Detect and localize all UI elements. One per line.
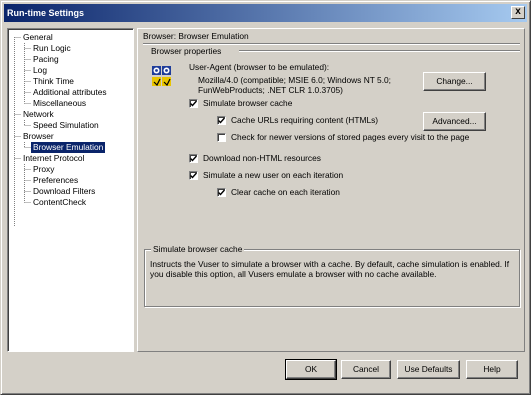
- description-groupbox: Simulate browser cache Instructs the Vus…: [144, 244, 520, 307]
- checkmark-icon: [218, 117, 225, 124]
- section-divider: [239, 50, 520, 52]
- cancel-button[interactable]: Cancel: [341, 360, 391, 379]
- tree-item-additional-attributes[interactable]: Additional attributes: [31, 87, 109, 98]
- tree-group-network[interactable]: Network: [21, 109, 56, 120]
- check-newer-label: Check for newer versions of stored pages…: [231, 132, 470, 142]
- tree-group-internet-protocol[interactable]: Internet Protocol: [21, 153, 86, 164]
- check-newer-checkbox[interactable]: [217, 133, 226, 142]
- simulate-cache-checkbox[interactable]: [189, 99, 198, 108]
- user-agent-label: User-Agent (browser to be emulated):: [189, 62, 330, 72]
- tree-item-speed-simulation[interactable]: Speed Simulation: [31, 120, 101, 131]
- panel-heading: Browser: Browser Emulation: [143, 31, 249, 41]
- checkmark-icon: [190, 155, 197, 162]
- help-button[interactable]: Help: [466, 360, 518, 379]
- cache-urls-label: Cache URLs requiring content (HTMLs): [231, 115, 379, 125]
- tree-item-browser-emulation[interactable]: Browser Emulation: [31, 142, 106, 153]
- change-button[interactable]: Change...: [423, 72, 486, 91]
- tree-item-download-filters[interactable]: Download Filters: [31, 186, 97, 197]
- title-bar: Run-time Settings x: [4, 4, 527, 22]
- download-non-html-checkbox[interactable]: [189, 154, 198, 163]
- close-button[interactable]: x: [511, 6, 525, 19]
- tree-group-browser[interactable]: Browser: [21, 131, 56, 142]
- run-time-settings-dialog: Run-time Settings x General Run Logic Pa…: [0, 0, 531, 395]
- simulate-new-user-checkbox[interactable]: [189, 171, 198, 180]
- clear-cache-label: Clear cache on each iteration: [231, 187, 340, 197]
- tree-item-pacing[interactable]: Pacing: [31, 54, 61, 65]
- user-agent-value-line1: Mozilla/4.0 (compatible; MSIE 6.0; Windo…: [198, 75, 392, 85]
- section-label: Browser properties: [151, 46, 222, 56]
- ok-button[interactable]: OK: [285, 359, 337, 380]
- tree-group-general[interactable]: General: [21, 32, 55, 43]
- advanced-button[interactable]: Advanced...: [423, 112, 486, 131]
- simulate-cache-label: Simulate browser cache: [203, 98, 293, 108]
- tree-item-log[interactable]: Log: [31, 65, 49, 76]
- tree-item-preferences[interactable]: Preferences: [31, 175, 80, 186]
- use-defaults-button[interactable]: Use Defaults: [397, 360, 460, 379]
- settings-tree[interactable]: General Run Logic Pacing Log Think Time …: [7, 28, 134, 352]
- user-agent-value-line2: FunWebProducts; .NET CLR 1.0.3705): [198, 85, 343, 95]
- checkmark-icon: [190, 172, 197, 179]
- tree-item-run-logic[interactable]: Run Logic: [31, 43, 73, 54]
- checkmark-icon: [190, 100, 197, 107]
- tree-item-contentcheck[interactable]: ContentCheck: [31, 197, 88, 208]
- description-text: Instructs the Vuser to simulate a browse…: [150, 259, 510, 279]
- download-non-html-label: Download non-HTML resources: [203, 153, 321, 163]
- simulate-new-user-label: Simulate a new user on each iteration: [203, 170, 344, 180]
- heading-divider: [143, 43, 520, 45]
- clear-cache-checkbox[interactable]: [217, 188, 226, 197]
- tree-item-miscellaneous[interactable]: Miscellaneous: [31, 98, 88, 109]
- tree-item-proxy[interactable]: Proxy: [31, 164, 56, 175]
- checkmark-icon: [218, 189, 225, 196]
- description-title: Simulate browser cache: [151, 244, 245, 254]
- cache-urls-checkbox[interactable]: [217, 116, 226, 125]
- tree-item-think-time[interactable]: Think Time: [31, 76, 76, 87]
- browser-emulation-icon: [152, 66, 171, 87]
- window-title: Run-time Settings: [7, 8, 85, 18]
